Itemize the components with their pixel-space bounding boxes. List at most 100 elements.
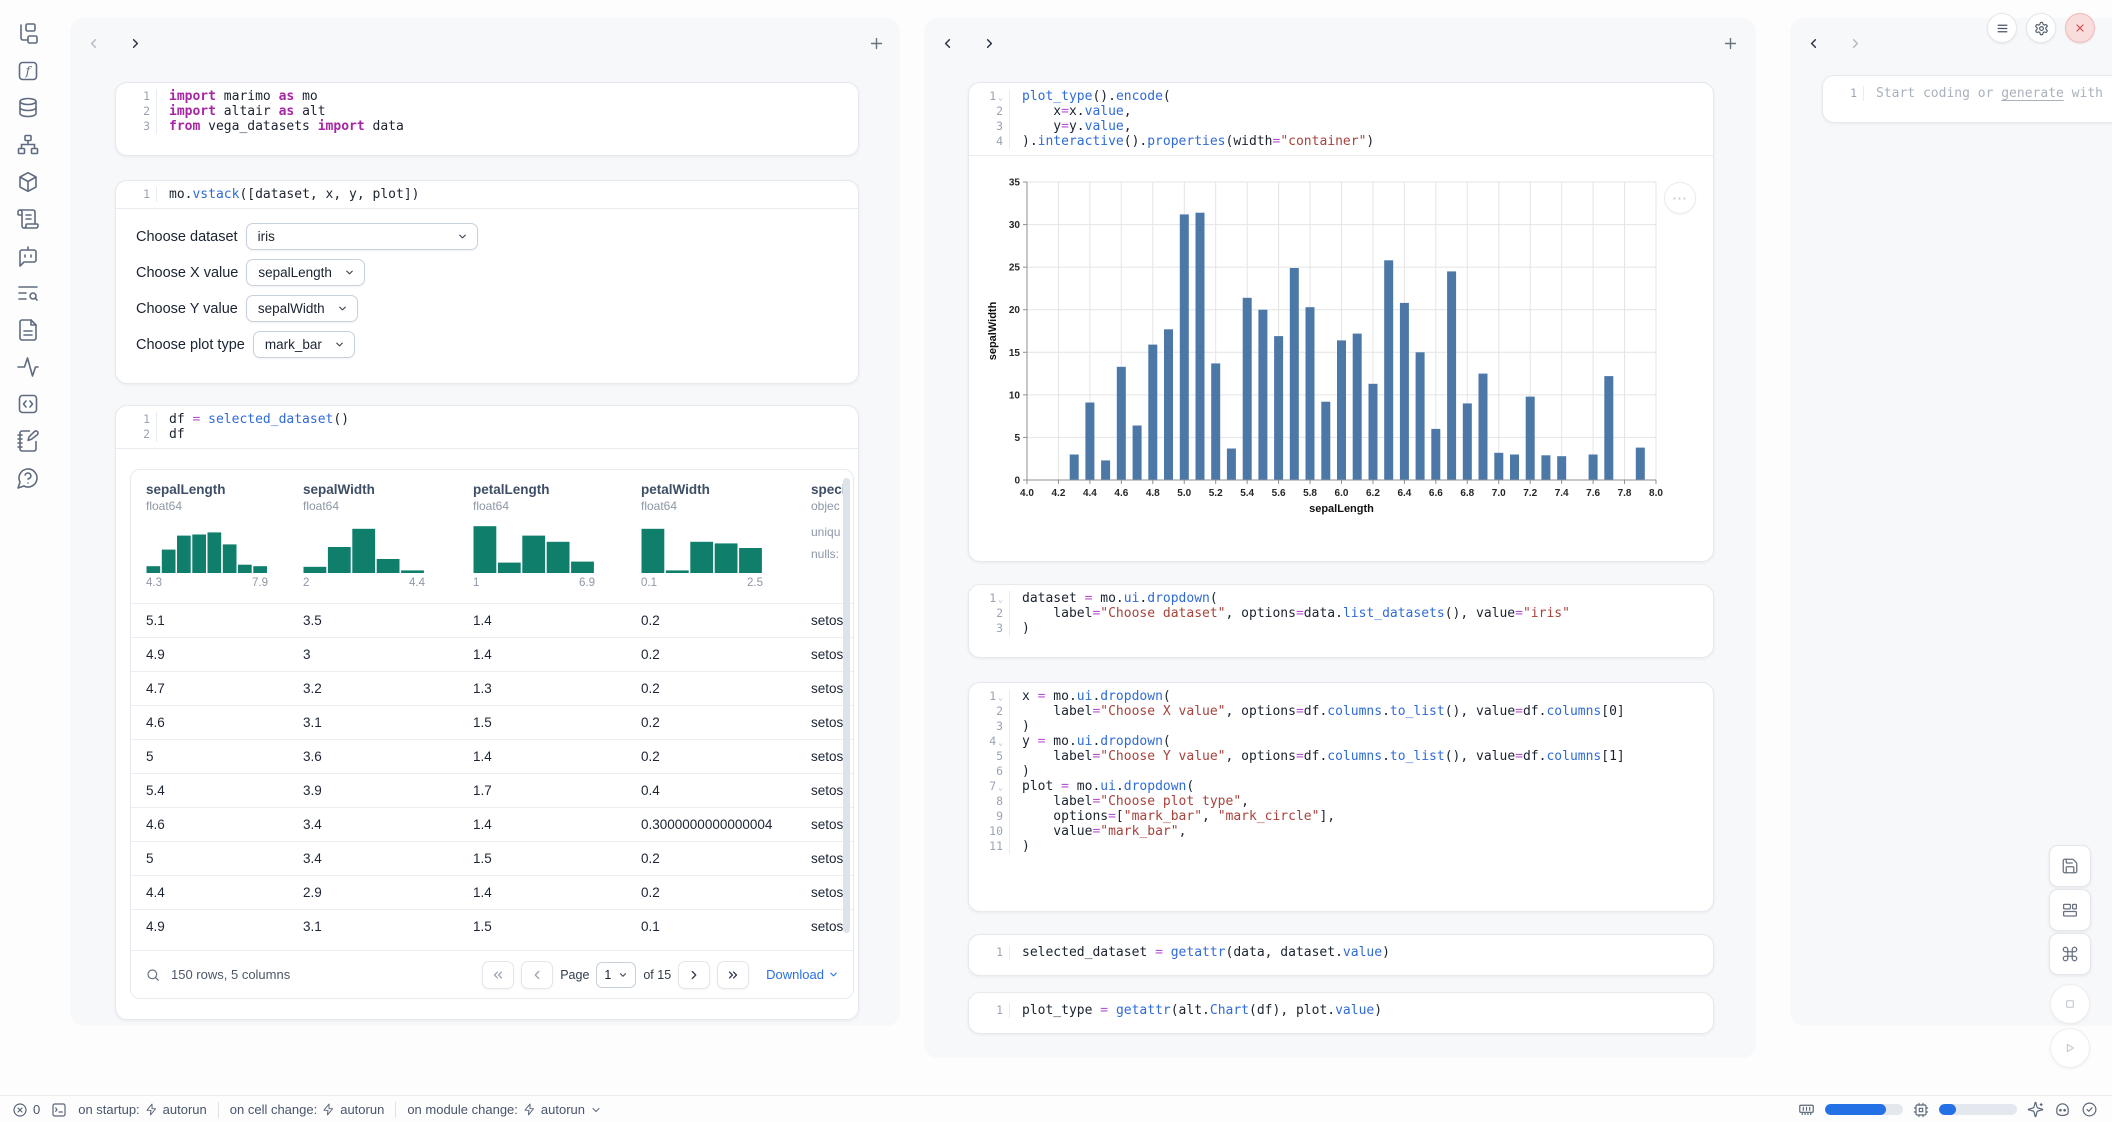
table-row[interactable]: 4.63.11.50.2setos — [131, 705, 853, 739]
plot-cell[interactable]: 1⌄plot_type().encode(2 x=x.value,3 y=y.v… — [968, 82, 1714, 562]
code-line[interactable]: 1selected_dataset = getattr(data, datase… — [969, 945, 1713, 960]
next-page-button[interactable] — [678, 961, 710, 989]
imports-cell[interactable]: 1import marimo as mo2import altair as al… — [115, 82, 859, 156]
tracing-icon[interactable] — [16, 355, 40, 379]
vstack-cell[interactable]: 1mo.vstack([dataset, x, y, plot]) Choose… — [115, 180, 859, 384]
table-row[interactable]: 53.61.40.2setos — [131, 739, 853, 773]
scratchpad-icon[interactable] — [16, 429, 40, 453]
code-line[interactable]: 4).interactive().properties(width="conta… — [969, 134, 1713, 149]
table-row[interactable]: 5.13.51.40.2setos — [131, 603, 853, 637]
altair-bar-chart[interactable]: 4.04.24.44.64.85.05.25.45.65.86.06.26.46… — [985, 174, 1685, 518]
selected-dataset-cell[interactable]: 1selected_dataset = getattr(data, datase… — [968, 934, 1714, 976]
error-count-badge[interactable]: 0 — [12, 1102, 40, 1118]
plot-type-cell[interactable]: 1plot_type = getattr(alt.Chart(df), plot… — [968, 992, 1714, 1034]
dataframe-cell[interactable]: 1df = selected_dataset()2df sepalLengthf… — [115, 405, 859, 1020]
fold-icon[interactable]: ⌄ — [998, 93, 1003, 102]
panel-move-right-icon[interactable] — [1846, 34, 1864, 52]
column-header[interactable]: sepalWidthfloat64 — [288, 482, 458, 513]
run-all-button[interactable] — [2050, 1028, 2090, 1068]
fold-icon[interactable]: ⌄ — [998, 738, 1003, 747]
table-row[interactable]: 4.93.11.50.1setos — [131, 909, 853, 943]
file-explorer-icon[interactable] — [16, 22, 40, 46]
code-line[interactable]: 11) — [969, 839, 1713, 854]
stop-all-button[interactable] — [2050, 984, 2090, 1024]
table-row[interactable]: 4.42.91.40.2setos — [131, 875, 853, 909]
table-row[interactable]: 53.41.50.2setos — [131, 841, 853, 875]
save-button[interactable] — [2049, 845, 2091, 887]
assistant-button[interactable] — [2054, 1101, 2071, 1118]
code-line[interactable]: 3from vega_datasets import data — [116, 119, 858, 134]
code-line[interactable]: 10 value="mark_bar", — [969, 824, 1713, 839]
table-scrollbar[interactable] — [843, 478, 850, 933]
panel-move-right-icon[interactable] — [126, 34, 144, 52]
code-line[interactable]: 2import altair as alt — [116, 104, 858, 119]
first-page-button[interactable] — [482, 961, 514, 989]
choose-plot-type-select[interactable]: mark_bar — [253, 331, 355, 358]
last-page-button[interactable] — [717, 961, 749, 989]
panel-move-left-icon[interactable] — [938, 34, 956, 52]
table-row[interactable]: 4.931.40.2setos — [131, 637, 853, 671]
code-line[interactable]: 1⌄plot_type().encode( — [969, 89, 1713, 104]
xy-plot-dropdowns-cell[interactable]: 1⌄x = mo.ui.dropdown(2 label="Choose X v… — [968, 682, 1714, 912]
code-line[interactable]: 1plot_type = getattr(alt.Chart(df), plot… — [969, 1003, 1713, 1018]
on-cell-change-setting[interactable]: on cell change: autorun — [230, 1102, 385, 1117]
shutdown-button[interactable] — [2065, 13, 2095, 43]
on-startup-setting[interactable]: on startup: autorun — [78, 1102, 207, 1117]
panel-move-left-icon[interactable] — [84, 34, 102, 52]
on-module-change-setting[interactable]: on module change: autorun — [407, 1102, 602, 1117]
code-line[interactable]: 1df = selected_dataset() — [116, 412, 858, 427]
outline-icon[interactable] — [16, 281, 40, 305]
dependency-graph-icon[interactable] — [16, 133, 40, 157]
add-column-button[interactable] — [866, 33, 886, 53]
connection-status-icon[interactable] — [2081, 1101, 2098, 1118]
choose-x-value-select[interactable]: sepalLength — [246, 259, 365, 286]
table-row[interactable]: 4.73.21.30.2setos — [131, 671, 853, 705]
column-header[interactable]: sepalLengthfloat64 — [131, 482, 288, 513]
snippets-icon[interactable] — [16, 392, 40, 416]
code-line[interactable]: 6) — [969, 764, 1713, 779]
functions-icon[interactable]: f — [16, 59, 40, 83]
choose-dataset-select[interactable]: iris — [246, 223, 478, 250]
code-line[interactable]: 2 x=x.value, — [969, 104, 1713, 119]
table-search-icon[interactable] — [145, 967, 161, 983]
panel-move-left-icon[interactable] — [1804, 34, 1822, 52]
plot-output[interactable]: 4.04.24.44.64.85.05.25.45.65.86.06.26.46… — [969, 155, 1713, 561]
command-palette-button[interactable] — [2049, 933, 2091, 975]
code-line[interactable]: 8 label="Choose plot type", — [969, 794, 1713, 809]
table-row[interactable]: 4.63.41.40.3000000000000004setos — [131, 807, 853, 841]
fold-icon[interactable]: ⌄ — [998, 595, 1003, 604]
new-cell-editor[interactable]: 1Start coding or generate with — [1822, 75, 2112, 123]
previous-page-button[interactable] — [521, 961, 553, 989]
datasources-icon[interactable] — [16, 96, 40, 120]
code-line[interactable]: 3 y=y.value, — [969, 119, 1713, 134]
choose-y-value-select[interactable]: sepalWidth — [246, 295, 358, 322]
code-line[interactable]: 2 label="Choose X value", options=df.col… — [969, 704, 1713, 719]
ai-chat-icon[interactable] — [16, 244, 40, 268]
column-header[interactable]: petalLengthfloat64 — [458, 482, 626, 513]
chart-menu-button[interactable]: ⋯ — [1664, 182, 1696, 214]
download-button[interactable]: Download — [766, 967, 839, 982]
code-line[interactable]: 9 options=["mark_bar", "mark_circle"], — [969, 809, 1713, 824]
code-line[interactable]: 1Start coding or generate with — [1823, 86, 2112, 101]
code-line[interactable]: 5 label="Choose Y value", options=df.col… — [969, 749, 1713, 764]
fold-icon[interactable]: ⌄ — [998, 693, 1003, 702]
notebook-menu-button[interactable] — [1987, 13, 2017, 43]
ai-assist-button[interactable] — [2027, 1101, 2044, 1118]
code-line[interactable]: 4⌄y = mo.ui.dropdown( — [969, 734, 1713, 749]
dataset-dropdown-cell[interactable]: 1⌄dataset = mo.ui.dropdown(2 label="Choo… — [968, 584, 1714, 658]
code-line[interactable]: 3) — [969, 621, 1713, 636]
code-line[interactable]: 3) — [969, 719, 1713, 734]
help-icon[interactable] — [16, 466, 40, 490]
layout-toggle-button[interactable] — [2049, 889, 2091, 931]
settings-button[interactable] — [2026, 13, 2056, 43]
code-line[interactable]: 7⌄plot = mo.ui.dropdown( — [969, 779, 1713, 794]
code-line[interactable]: 1import marimo as mo — [116, 89, 858, 104]
code-line[interactable]: 1⌄dataset = mo.ui.dropdown( — [969, 591, 1713, 606]
table-row[interactable]: 5.43.91.70.4setos — [131, 773, 853, 807]
code-line[interactable]: 2df — [116, 427, 858, 442]
column-header[interactable]: petalWidthfloat64 — [626, 482, 796, 513]
terminal-button[interactable] — [51, 1102, 67, 1118]
panel-move-right-icon[interactable] — [980, 34, 998, 52]
page-select[interactable]: 1 — [596, 962, 636, 988]
logs-icon[interactable] — [16, 207, 40, 231]
